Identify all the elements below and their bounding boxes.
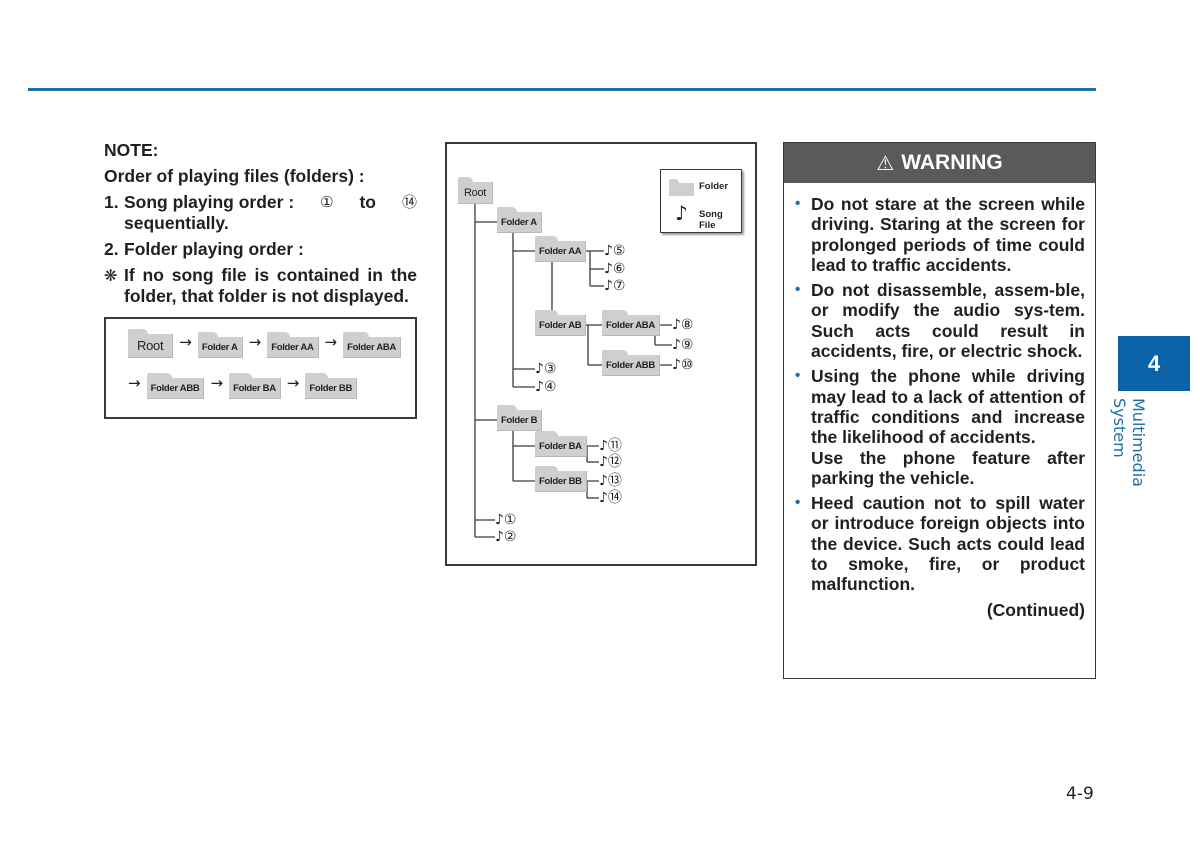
folder-icon — [669, 179, 694, 196]
tree-folder-ba: Folder BA — [535, 431, 587, 457]
warning-header: ⚠ WARNING — [784, 143, 1095, 183]
folder-icon: Folder BB — [305, 373, 358, 399]
folder-icon: Folder BA — [229, 373, 281, 399]
arrow-icon: → — [248, 333, 262, 351]
warning-title: WARNING — [901, 151, 1003, 174]
legend-song-label: Song File — [699, 209, 723, 231]
item-number: 2. — [104, 239, 119, 259]
arrow-icon: → — [128, 374, 141, 392]
warning-text: Heed caution not to spill water or intro… — [811, 493, 1085, 595]
legend-folder-label: Folder — [699, 181, 729, 192]
warning-body: • Do not stare at the screen while drivi… — [784, 183, 1095, 620]
bullet-icon: • — [795, 281, 801, 299]
warning-text: Using the phone while driving may lead t… — [811, 366, 1085, 448]
tree-folder-abb: Folder ABB — [602, 350, 660, 376]
song-file-8: ♪⑧ — [672, 317, 694, 333]
warning-box: ⚠ WARNING • Do not stare at the screen w… — [783, 142, 1096, 679]
note-item-song-order: 1. Song playing order : ① to ⑭ sequentia… — [104, 192, 417, 234]
last-song-number: ⑭ — [401, 193, 417, 211]
warning-bullet: • Using the phone while driving may lead… — [793, 366, 1085, 488]
remark-text: If no song file is contained in the fold… — [124, 265, 417, 306]
warning-text: Do not stare at the screen while driving… — [811, 194, 1085, 275]
arrow-icon: → — [210, 374, 224, 392]
remark-symbol: ❋ — [104, 266, 118, 285]
folder-icon: Folder ABB — [146, 373, 205, 399]
warning-bullet: • Do not stare at the screen while drivi… — [793, 194, 1085, 275]
bullet-icon: • — [795, 367, 801, 385]
song-file-7: ♪⑦ — [604, 278, 626, 294]
bullet-icon: • — [795, 195, 801, 212]
chapter-title: Multimedia System — [1110, 398, 1148, 487]
note-remark: ❋ If no song file is contained in the fo… — [104, 265, 417, 307]
arrow-icon: → — [286, 374, 300, 392]
song-file-4: ♪④ — [535, 379, 557, 395]
song-file-13: ♪⑬ — [599, 473, 622, 489]
continued-label: (Continued) — [986, 599, 1085, 620]
tree-folder-aa: Folder AA — [535, 236, 587, 262]
tree-folder-root: Root — [458, 177, 494, 204]
folder-order-label: Folder playing order : — [124, 239, 304, 259]
folder-order-diagram: Root → Folder A → Folder AA → Folder ABA… — [104, 317, 417, 419]
arrow-icon: → — [179, 333, 192, 351]
tree-folder-aba: Folder ABA — [602, 310, 660, 336]
song-order-label: Song playing order : — [124, 192, 295, 212]
bullet-icon: • — [795, 494, 801, 512]
song-file-5: ♪⑤ — [604, 243, 626, 259]
tree-folder-a: Folder A — [497, 207, 542, 233]
header-rule — [28, 88, 1096, 91]
note-subtitle: Order of playing files (folders) : — [104, 166, 365, 186]
item-number: 1. — [104, 192, 119, 212]
sequentially-text: sequentially. — [124, 213, 229, 233]
folder-icon: Root — [128, 329, 174, 358]
folder-tree-diagram: Folder ♪ Song File Root Folder A Folder … — [445, 142, 757, 566]
song-file-11: ♪⑪ — [599, 438, 622, 454]
note-item-folder-order: 2. Folder playing order : — [104, 239, 417, 260]
song-file-1: ♪① — [495, 512, 517, 528]
note-title: NOTE: — [104, 140, 159, 160]
page-number: 4-9 — [1066, 784, 1094, 804]
arrow-icon: → — [324, 333, 338, 351]
chapter-tab[interactable]: 4 — [1118, 336, 1190, 391]
tree-folder-bb: Folder BB — [535, 466, 587, 492]
to-word: to — [359, 192, 377, 212]
warning-bullet: • Heed caution not to spill water or int… — [793, 493, 1085, 594]
tree-legend: Folder ♪ Song File — [660, 169, 742, 233]
folder-icon: Folder A — [197, 332, 243, 358]
warning-text: Do not disassemble, assem-ble, or modify… — [811, 280, 1085, 362]
warning-text: Use the phone feature after parking the … — [811, 447, 1085, 488]
song-file-6: ♪⑥ — [604, 261, 626, 277]
note-section: NOTE: Order of playing files (folders) :… — [104, 140, 417, 312]
folder-order-row-2: → Folder ABB → Folder BA → Folder BB — [128, 373, 358, 399]
tree-folder-b: Folder B — [497, 405, 543, 431]
song-file-2: ♪② — [495, 529, 517, 545]
music-note-icon: ♪ — [675, 201, 688, 225]
song-file-9: ♪⑨ — [672, 337, 694, 353]
song-file-10: ♪⑩ — [672, 357, 694, 373]
song-file-3: ♪③ — [535, 361, 557, 377]
tree-folder-ab: Folder AB — [535, 310, 587, 336]
warning-bullet: • Do not disassemble, assem-ble, or modi… — [793, 280, 1085, 361]
folder-icon: Folder ABA — [343, 332, 402, 358]
folder-icon: Folder AA — [267, 332, 319, 358]
first-song-number: ① — [320, 193, 334, 211]
warning-triangle-icon: ⚠ — [876, 151, 895, 175]
song-file-14: ♪⑭ — [599, 490, 622, 506]
folder-order-row-1: Root → Folder A → Folder AA → Folder ABA — [128, 329, 402, 358]
song-file-12: ♪⑫ — [599, 454, 622, 470]
